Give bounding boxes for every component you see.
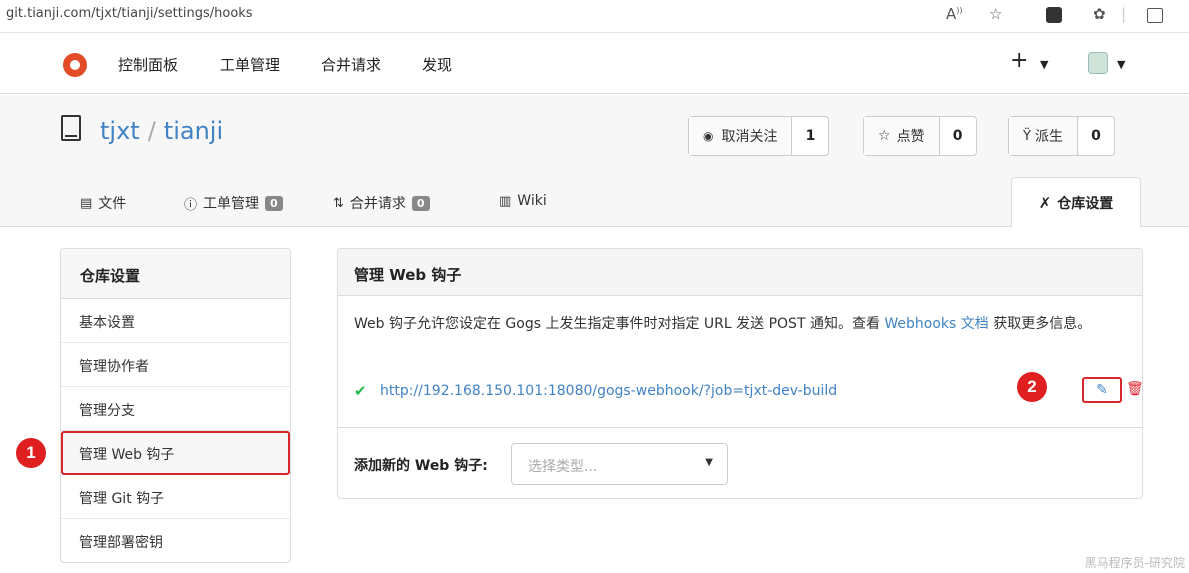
add-webhook-label: 添加新的 Web 钩子: — [354, 458, 488, 474]
split-screen-icon[interactable] — [1147, 8, 1163, 23]
tab-settings[interactable]: ✗ 仓库设置 — [1011, 177, 1141, 228]
dropdown-icon: ▼ — [705, 457, 713, 468]
select-placeholder: 选择类型... — [528, 459, 598, 475]
step-marker-1: 1 — [16, 438, 46, 468]
wiki-icon: ▥ — [499, 193, 512, 209]
repo-title-separator: / — [147, 117, 156, 145]
fork-label: 派生 — [1034, 129, 1063, 145]
unwatch-button-group: ◉ 取消关注 1 — [688, 116, 830, 156]
webhooks-description: Web 钩子允许您设定在 Gogs 上发生指定事件时对指定 URL 发送 POS… — [354, 313, 1124, 335]
sidebar-item-git-hooks[interactable]: 管理 Git 钩子 — [61, 475, 290, 519]
repo-header: tjxt / tianji ◉ 取消关注 1 ☆ 点赞 0 Ÿ 派生 0 ▤ 文件 ⓘ 工… — [0, 95, 1189, 228]
sidebar-item-webhooks[interactable]: 管理 Web 钩子 — [61, 431, 290, 475]
sidebar-item-collaborators[interactable]: 管理协作者 — [61, 343, 290, 387]
star-label: 点赞 — [896, 129, 925, 145]
sidebar-title: 仓库设置 — [61, 249, 290, 299]
step-marker-2: 2 — [1017, 372, 1047, 402]
unwatch-button[interactable]: ◉ 取消关注 — [689, 117, 793, 155]
repo-owner-link[interactable]: tjxt — [100, 117, 140, 145]
settings-sidebar: 仓库设置 基本设置 管理协作者 管理分支 管理 Web 钩子 管理 Git 钩子… — [60, 248, 291, 563]
repo-name-link[interactable]: tianji — [164, 117, 223, 145]
extension-icon[interactable] — [1046, 7, 1062, 23]
toolbar-divider: | — [1121, 5, 1127, 23]
star-button[interactable]: ☆ 点赞 — [864, 117, 940, 155]
check-icon: ✔ — [354, 382, 367, 400]
pull-request-icon: ⇅ — [333, 195, 344, 211]
tab-wiki-label: Wiki — [517, 193, 547, 209]
description-text: Web 钩子允许您设定在 Gogs 上发生指定事件时对指定 URL 发送 POS… — [354, 316, 885, 332]
issue-icon: ⓘ — [184, 197, 198, 213]
panel-divider — [338, 427, 1142, 428]
issues-count-badge: 0 — [265, 195, 283, 211]
fork-count[interactable]: 0 — [1078, 117, 1114, 155]
watch-count[interactable]: 1 — [792, 117, 828, 155]
read-aloud-icon[interactable]: A)) — [946, 5, 963, 23]
trash-icon[interactable]: 🗑 — [1126, 381, 1144, 397]
star-count[interactable]: 0 — [940, 117, 976, 155]
tools-icon: ✗ — [1038, 193, 1052, 212]
tab-files-label: 文件 — [98, 196, 127, 212]
sidebar-item-basic-settings[interactable]: 基本设置 — [61, 299, 290, 343]
nav-issues[interactable]: 工单管理 — [220, 54, 280, 75]
unwatch-label: 取消关注 — [721, 129, 778, 145]
webhooks-docs-link[interactable]: Webhooks 文档 — [884, 316, 988, 332]
favorite-star-icon[interactable]: ☆ — [989, 5, 1002, 23]
watermark: 黑马程序员-研究院 — [1084, 556, 1185, 570]
tab-pull-requests-label: 合并请求 — [349, 196, 406, 212]
copilot-icon[interactable]: ✿ — [1093, 5, 1106, 23]
repo-title: tjxt / tianji — [100, 117, 223, 145]
browser-address-bar: git.tianji.com/tjxt/tianji/settings/hook… — [0, 0, 1189, 33]
star-icon: ☆ — [878, 128, 891, 144]
nav-explore[interactable]: 发现 — [422, 54, 452, 75]
sidebar-item-deploy-keys[interactable]: 管理部署密钥 — [61, 519, 290, 563]
tab-settings-label: 仓库设置 — [1057, 195, 1114, 212]
pull-requests-count-badge: 0 — [411, 195, 430, 211]
webhooks-panel: 管理 Web 钩子 Web 钩子允许您设定在 Gogs 上发生指定事件时对指定 … — [337, 248, 1144, 499]
pencil-icon: ✎ — [1096, 382, 1108, 398]
nav-pull-requests[interactable]: 合并请求 — [321, 54, 381, 75]
chevron-down-icon[interactable]: ▼ — [1117, 58, 1125, 71]
repo-tabs: ▤ 文件 ⓘ 工单管理 0 ⇅ 合并请求 0 ▥ Wiki ✗ 仓库设置 — [0, 177, 1189, 228]
tab-issues[interactable]: ⓘ 工单管理 0 — [184, 193, 283, 213]
top-navigation: 控制面板 工单管理 合并请求 发现 + ▼ ▼ — [0, 34, 1189, 94]
eye-icon: ◉ — [703, 129, 714, 143]
tab-files[interactable]: ▤ 文件 — [80, 193, 126, 213]
star-button-group: ☆ 点赞 0 — [863, 116, 977, 156]
create-new-button[interactable]: + — [1010, 48, 1028, 73]
sidebar-item-branches[interactable]: 管理分支 — [61, 387, 290, 431]
address-url[interactable]: git.tianji.com/tjxt/tianji/settings/hook… — [6, 6, 253, 21]
webhook-type-select[interactable]: 选择类型... ▼ — [511, 443, 728, 485]
description-text-end: 获取更多信息。 — [988, 316, 1092, 332]
tab-pull-requests[interactable]: ⇅ 合并请求 0 — [333, 193, 430, 213]
fork-icon: Ÿ — [1023, 128, 1031, 144]
chevron-down-icon[interactable]: ▼ — [1040, 58, 1048, 71]
user-avatar[interactable] — [1088, 52, 1108, 74]
fork-button[interactable]: Ÿ 派生 — [1009, 117, 1078, 155]
tab-wiki[interactable]: ▥ Wiki — [499, 193, 547, 209]
gogs-logo-icon[interactable] — [63, 53, 87, 77]
panel-title: 管理 Web 钩子 — [338, 249, 1142, 296]
file-icon: ▤ — [80, 195, 93, 211]
edit-webhook-button[interactable]: ✎ — [1082, 377, 1122, 403]
nav-dashboard[interactable]: 控制面板 — [118, 54, 178, 75]
tab-issues-label: 工单管理 — [203, 196, 260, 212]
repo-book-icon — [61, 115, 81, 141]
fork-button-group: Ÿ 派生 0 — [1008, 116, 1115, 156]
webhook-url-link[interactable]: http://192.168.150.101:18080/gogs-webhoo… — [380, 383, 837, 399]
